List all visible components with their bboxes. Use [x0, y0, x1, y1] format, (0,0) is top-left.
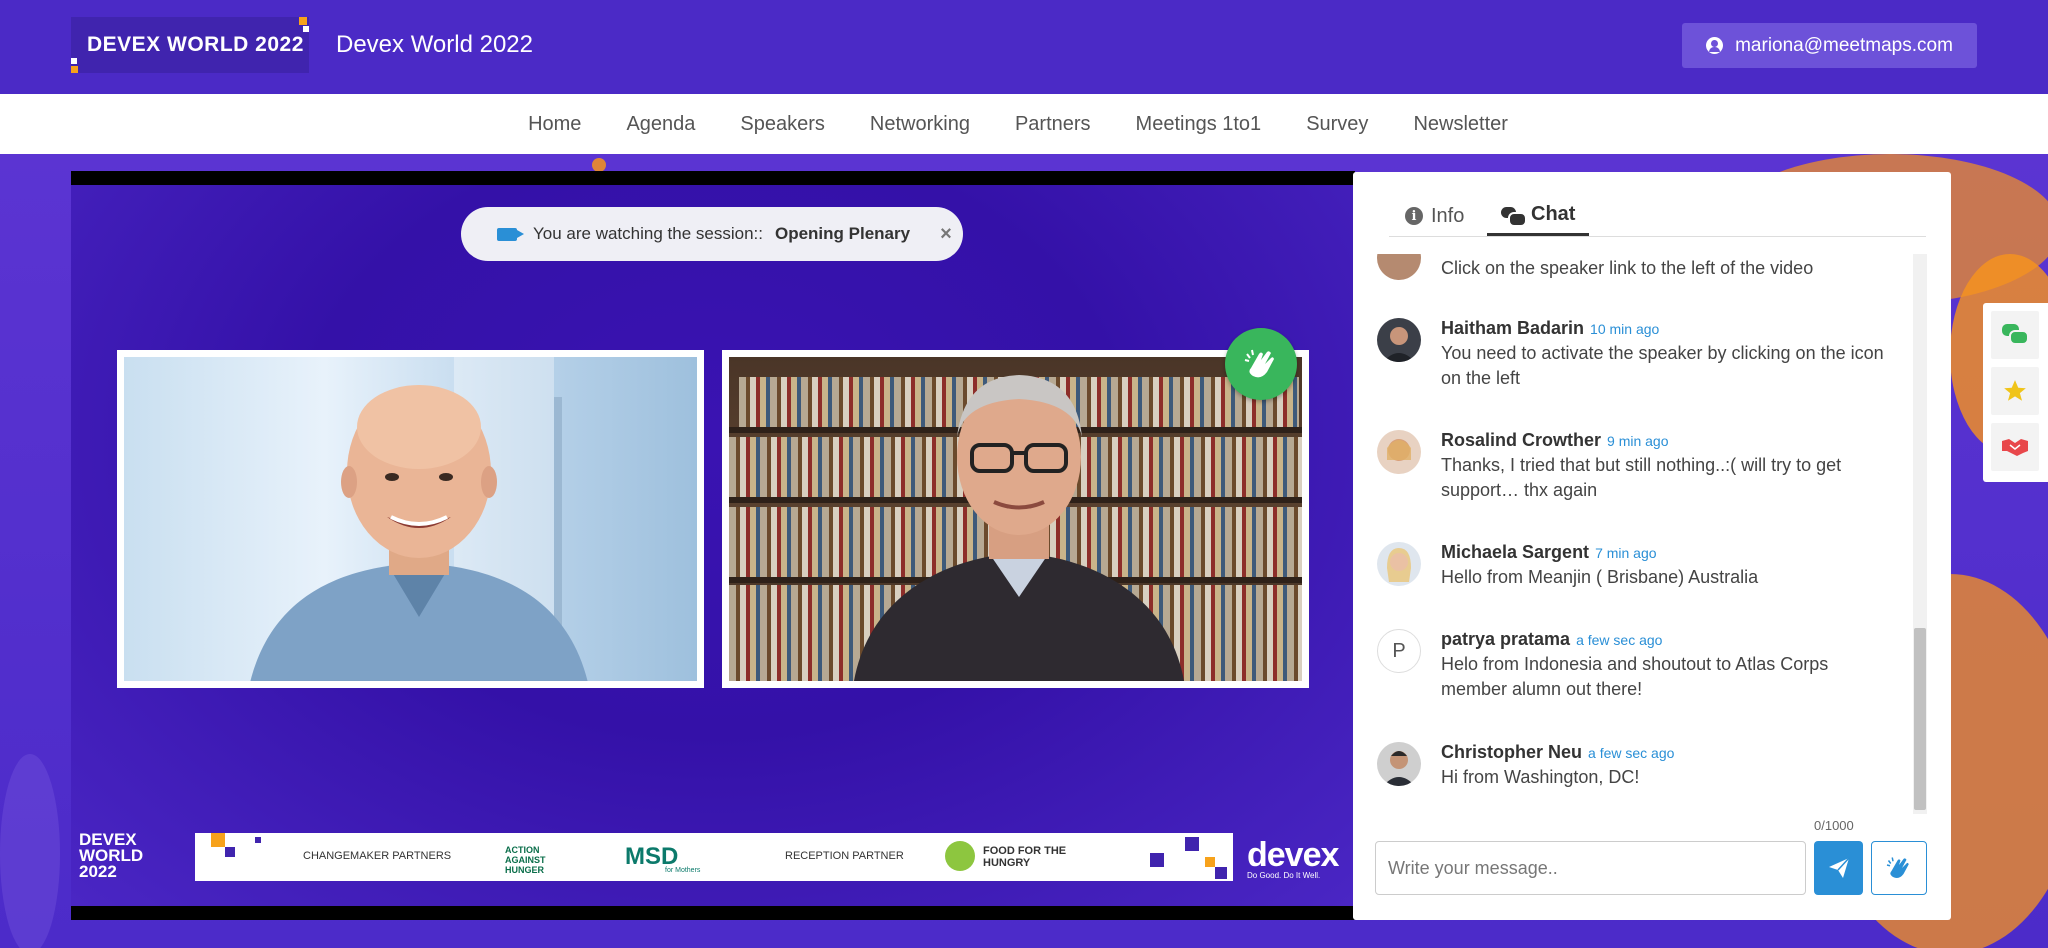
reception-label: RECEPTION PARTNER [785, 850, 904, 862]
paper-plane-icon [1828, 857, 1850, 878]
speaker-1-person [250, 385, 588, 681]
message-text: You need to activate the speaker by clic… [1441, 343, 1884, 388]
devex-logo: devex Do Good. Do It Well. [1247, 836, 1339, 880]
avatar: P [1377, 629, 1421, 673]
partner-action-against-hunger[interactable]: ACTION AGAINST HUNGER [505, 845, 567, 875]
speaker-2-person [854, 375, 1184, 681]
quick-action-meetings[interactable] [1991, 423, 2039, 471]
avatar [1377, 430, 1421, 474]
close-session-notice-button[interactable]: × [940, 223, 952, 246]
session-notice: You are watching the session:: Opening P… [461, 207, 963, 261]
message-text: Hello from Meanjin ( Brisbane) Australia [1441, 567, 1759, 587]
message-author[interactable]: patrya pratama [1441, 629, 1570, 649]
message-text: Helo from Indonesia and shoutout to Atla… [1441, 654, 1829, 699]
user-account-button[interactable]: mariona@meetmaps.com [1682, 23, 1977, 68]
message-author[interactable]: Rosalind Crowther [1441, 430, 1601, 450]
nav-item-survey[interactable]: Survey [1306, 113, 1368, 136]
event-title: Devex World 2022 [336, 31, 533, 58]
nav-item-meetings[interactable]: Meetings 1to1 [1136, 113, 1262, 136]
chat-scrollbar-thumb[interactable] [1914, 628, 1926, 810]
message-text: Hi from Washington, DC! [1441, 767, 1640, 787]
nav-item-newsletter[interactable]: Newsletter [1413, 113, 1507, 136]
avatar [1377, 742, 1421, 786]
nav-item-networking[interactable]: Networking [870, 113, 970, 136]
session-name: Opening Plenary [774, 224, 911, 243]
logo-text: DEVEX WORLD 2022 [87, 33, 304, 56]
message-time: a few sec ago [1576, 632, 1663, 648]
tab-chat[interactable]: Chat [1487, 196, 1590, 236]
avatar [1377, 318, 1421, 362]
nav-item-agenda[interactable]: Agenda [626, 113, 695, 136]
message-time: a few sec ago [1588, 745, 1675, 761]
sponsor-banner: DEVEX WORLD 2022 CHANGEMAKER PARTNERS AC… [71, 830, 1355, 890]
char-counter: 0/1000 [1814, 818, 1854, 833]
nav-item-speakers[interactable]: Speakers [740, 113, 825, 136]
message-time: 10 min ago [1590, 321, 1660, 337]
devex-world-banner-logo: DEVEX WORLD 2022 [79, 830, 144, 881]
user-email: mariona@meetmaps.com [1735, 34, 1953, 56]
session-side-panel: i Info Chat Click on the speaker link to… [1353, 172, 1951, 920]
send-message-button[interactable] [1814, 841, 1863, 895]
message-author[interactable]: Michaela Sargent [1441, 542, 1589, 562]
user-circle-icon [1706, 37, 1724, 54]
comments-icon [1501, 206, 1527, 227]
session-prefix: You are watching the session:: [533, 224, 763, 243]
message-author[interactable]: Haitham Badarin [1441, 318, 1584, 338]
chat-message-list[interactable]: Click on the speaker link to the left of… [1377, 254, 1909, 814]
star-icon [2004, 380, 2026, 401]
top-header: DEVEX WORLD 2022 Devex World 2022 marion… [0, 0, 2048, 94]
send-applause-button[interactable] [1871, 841, 1927, 895]
changemaker-label: CHANGEMAKER PARTNERS [303, 850, 452, 862]
message-time: 7 min ago [1595, 545, 1657, 561]
tab-info-label: Info [1431, 204, 1465, 227]
partner-food-for-the-hungry[interactable]: FOOD FOR THE HUNGRY [983, 845, 1073, 869]
sponsor-strip: CHANGEMAKER PARTNERS ACTION AGAINST HUNG… [195, 833, 1233, 881]
video-stage: You are watching the session:: Opening P… [71, 185, 1355, 906]
comments-icon [2002, 324, 2028, 345]
tab-info[interactable]: i Info [1405, 196, 1464, 236]
clapping-hands-icon [1244, 349, 1274, 378]
message-text: Thanks, I tried that but still nothing..… [1441, 455, 1842, 500]
info-circle-icon: i [1405, 207, 1423, 225]
partner-msd-tagline: for Mothers [665, 867, 701, 874]
applause-button[interactable] [1225, 328, 1297, 400]
clapping-hands-icon [1886, 857, 1909, 878]
quick-action-chat[interactable] [1991, 311, 2039, 359]
message-text: Click on the speaker link to the left of… [1441, 258, 1814, 278]
video-player[interactable]: You are watching the session:: Opening P… [71, 171, 1355, 920]
event-logo[interactable]: DEVEX WORLD 2022 [71, 17, 309, 73]
video-camera-icon [497, 227, 524, 241]
avatar [1377, 542, 1421, 586]
speaker-video-tile-2 [722, 350, 1309, 688]
panel-tabs: i Info Chat [1389, 172, 1926, 237]
speaker-video-tile-1 [117, 350, 704, 688]
handshake-icon [2002, 439, 2028, 456]
nav-item-partners[interactable]: Partners [1015, 113, 1091, 136]
nav-item-home[interactable]: Home [528, 113, 581, 136]
main-nav: Home Agenda Speakers Networking Partners… [0, 94, 2048, 154]
avatar [1377, 254, 1421, 280]
message-time: 9 min ago [1607, 433, 1669, 449]
chat-message-input[interactable] [1375, 841, 1806, 895]
tab-chat-label: Chat [1531, 203, 1576, 225]
chat-scrollbar[interactable] [1913, 254, 1927, 814]
quick-action-favorites[interactable] [1991, 367, 2039, 415]
message-author[interactable]: Christopher Neu [1441, 742, 1582, 762]
right-quick-actions [1983, 303, 2048, 482]
